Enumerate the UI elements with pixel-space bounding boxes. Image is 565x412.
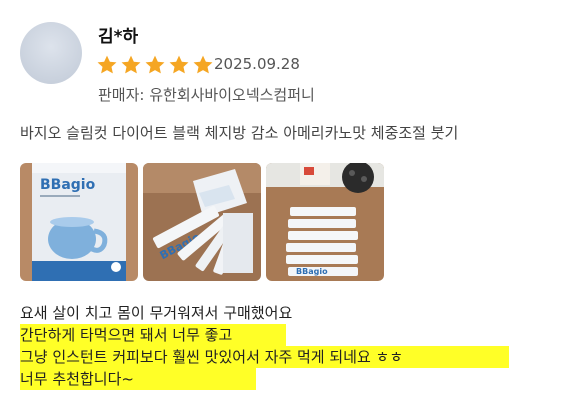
star-icon	[121, 55, 141, 74]
star-icon	[193, 55, 213, 74]
seller-name: 판매자: 유한회사바이오넥스컴퍼니	[98, 86, 315, 104]
photo-list: BBagio BBagio BBagio	[20, 163, 389, 281]
review-line-highlighted: 간단하게 타먹으면 돼서 너무 좋고	[20, 324, 286, 346]
product-title[interactable]: 바지오 슬림컷 다이어트 블랙 체지방 감소 아메리카노맛 체중조절 붓기	[20, 122, 565, 143]
review-photo[interactable]: BBagio	[143, 163, 261, 281]
rating-stars	[96, 54, 216, 76]
review-date: 2025.09.28	[214, 55, 300, 73]
avatar	[20, 22, 82, 84]
reviewer-name: 김*하	[98, 27, 139, 47]
star-icon	[97, 55, 117, 74]
review-card: 김*하 2025.09.28 판매자: 유한회사바이오넥스컴퍼니 바지오 슬림컷…	[0, 0, 565, 412]
star-icon	[145, 55, 165, 74]
review-photo[interactable]: BBagio	[20, 163, 138, 281]
brand-logo: BBagio	[296, 267, 328, 276]
review-line-highlighted: 그냥 인스턴트 커피보다 훨씬 맛있어서 자주 먹게 되네요 ㅎㅎ	[20, 346, 509, 368]
review-line-highlighted: 너무 추천합니다~	[20, 368, 256, 390]
review-photo[interactable]: BBagio	[266, 163, 384, 281]
star-icon	[169, 55, 189, 74]
brand-logo: BBagio	[40, 177, 96, 193]
review-line: 요새 살이 치고 몸이 무거워져서 구매했어요	[20, 304, 293, 322]
review-body: 요새 살이 치고 몸이 무거워져서 구매했어요 간단하게 타먹으면 돼서 너무 …	[20, 302, 509, 390]
